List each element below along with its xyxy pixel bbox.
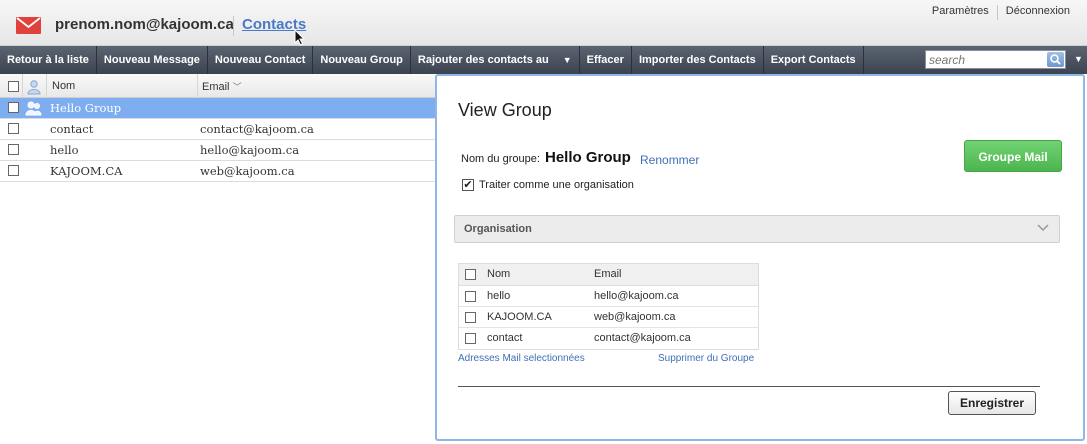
table-row[interactable]: KAJOOM.CA web@kajoom.ca [459,307,758,328]
mail-logo-icon [16,17,41,34]
selected-mail-link[interactable]: Adresses Mail selectionnées [458,353,585,364]
member-name: contact [487,332,523,344]
rename-link[interactable]: Renommer [640,153,699,167]
column-header-email[interactable]: Email ﹀ [202,80,242,93]
member-email: web@kajoom.ca [594,311,676,323]
divider [458,386,1040,387]
delete-label: Effacer [586,54,624,66]
member-checkbox[interactable] [465,333,476,344]
members-column-email: Email [594,268,622,280]
view-group-panel: View Group Nom du groupe: Hello Group Re… [435,74,1085,441]
group-icon [25,101,42,116]
checkmark-icon: ✔ [463,179,473,191]
list-item[interactable]: KAJOOM.CA web@kajoom.ca [0,161,436,182]
org-checkbox[interactable]: ✔ [462,179,474,191]
group-name-label: Nom du groupe: [461,153,540,165]
add-contacts-to-label: Rajouter des contacts au [417,54,549,66]
export-contacts-label: Export Contacts [770,54,856,66]
column-header-name[interactable]: Nom [52,80,75,92]
row-checkbox[interactable] [8,102,19,113]
list-item[interactable]: contact contact@kajoom.ca [0,119,436,140]
table-row[interactable]: hello hello@kajoom.ca [459,286,758,307]
logout-link[interactable]: Déconnexion [998,5,1078,20]
org-checkbox-row: ✔ Traiter comme une organisation [462,179,634,191]
export-contacts-button[interactable]: Export Contacts [764,46,864,74]
members-table-header: Nom Email [459,264,758,286]
import-contacts-button[interactable]: Importer des Contacts [632,46,764,74]
row-checkbox[interactable] [8,144,19,155]
select-all-checkbox[interactable] [8,81,19,92]
mouse-cursor-icon [294,29,306,46]
member-checkbox[interactable] [465,291,476,302]
contact-list-header: Nom Email ﹀ [0,74,436,98]
user-email: prenom.nom@kajoom.ca [55,16,234,33]
contact-email: web@kajoom.ca [200,164,295,178]
new-message-button[interactable]: Nouveau Message [97,46,208,74]
row-checkbox[interactable] [8,123,19,134]
contact-name: Hello Group [50,101,122,115]
list-item[interactable]: Hello Group [0,98,436,119]
delete-button[interactable]: Effacer [580,46,632,74]
contact-name: hello [50,143,79,157]
remove-from-group-link[interactable]: Supprimer du Groupe [658,353,754,364]
app-header: prenom.nom@kajoom.ca Contacts Paramètres… [0,0,1087,46]
members-table: Nom Email hello hello@kajoom.ca KAJOOM.C… [458,263,759,350]
member-name: hello [487,290,511,302]
column-divider [46,74,47,98]
import-contacts-label: Importer des Contacts [638,54,756,66]
new-contact-button[interactable]: Nouveau Contact [208,46,314,74]
search-icon [1050,54,1061,65]
table-row[interactable]: contact contact@kajoom.ca [459,328,758,349]
contact-name: KAJOOM.CA [50,164,123,178]
header-divider [233,16,234,36]
back-to-list-label: Retour à la liste [7,54,89,66]
organisation-section-header[interactable]: Organisation [454,215,1060,243]
members-column-name: Nom [487,268,511,280]
group-mail-button[interactable]: Groupe Mail [964,140,1062,172]
search-box [925,50,1066,69]
member-checkbox[interactable] [465,312,476,323]
organisation-section-title: Organisation [464,223,532,235]
new-message-label: Nouveau Message [103,54,200,66]
caret-down-icon: ▼ [562,55,572,65]
new-group-label: Nouveau Group [320,54,403,66]
member-email: contact@kajoom.ca [594,332,691,344]
member-name: KAJOOM.CA [487,311,552,323]
back-to-list-button[interactable]: Retour à la liste [0,46,97,74]
save-button[interactable]: Enregistrer [948,391,1036,415]
list-item[interactable]: hello hello@kajoom.ca [0,140,436,161]
chevron-down-icon [1037,224,1049,232]
toolbar: Retour à la liste Nouveau Message Nouvea… [0,46,1087,74]
org-checkbox-label: Traiter comme une organisation [479,179,634,191]
column-header-email-label: Email [202,81,230,93]
members-select-all-checkbox[interactable] [465,269,476,280]
search-input[interactable] [926,51,1044,68]
contact-email: hello@kajoom.ca [200,143,300,157]
column-divider [197,74,198,98]
new-group-button[interactable]: Nouveau Group [313,46,411,74]
add-contacts-to-dropdown[interactable]: Rajouter des contacts au ▼ [411,46,580,74]
contact-email: contact@kajoom.ca [200,122,314,136]
member-email: hello@kajoom.ca [594,290,679,302]
group-name: Hello Group [545,149,631,166]
contact-type-icon [27,80,41,95]
new-contact-label: Nouveau Contact [214,54,306,66]
column-divider [22,74,23,98]
top-links: Paramètres Déconnexion [924,5,1078,20]
contact-name: contact [50,122,94,136]
panel-title: View Group [458,100,552,120]
search-button[interactable] [1047,52,1064,67]
settings-link[interactable]: Paramètres [924,5,997,20]
row-checkbox[interactable] [8,165,19,176]
search-options-chevron-icon[interactable]: ▼ [1074,54,1083,64]
sort-chevron-icon: ﹀ [232,82,242,92]
